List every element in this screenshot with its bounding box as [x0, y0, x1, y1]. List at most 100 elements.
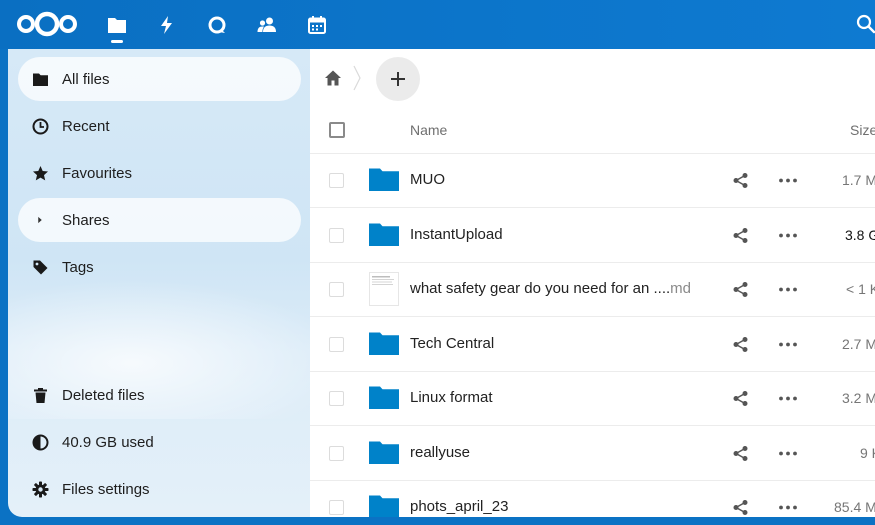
share-icon[interactable] [732, 390, 749, 407]
folder-icon [369, 495, 399, 517]
file-basename: phots_april_23 [410, 498, 509, 515]
share-icon[interactable] [732, 281, 749, 298]
calendar-app-button[interactable] [292, 0, 342, 49]
file-size: 1.7 MB [842, 172, 875, 188]
star-icon [32, 165, 48, 180]
file-size: 3.8 GB [845, 226, 875, 243]
table-row[interactable]: Linux format 3.2 MB [310, 372, 875, 426]
activity-icon [161, 15, 172, 34]
sidebar-item-files-settings[interactable]: Files settings [18, 467, 301, 511]
top-bar [0, 0, 875, 49]
sidebar-item-label: Recent [62, 117, 110, 135]
table-row[interactable]: MUO 1.7 MB [310, 154, 875, 208]
search-icon[interactable] [855, 13, 875, 35]
app-navigation [92, 0, 342, 49]
table-row[interactable]: what safety gear do you need for an ....… [310, 263, 875, 317]
breadcrumb-separator-icon [353, 65, 361, 91]
file-table-header: Name Size [310, 107, 875, 154]
file-size: < 1 KB [846, 281, 875, 297]
tag-icon [33, 260, 47, 274]
table-row[interactable]: reallyuse 9 KB [310, 427, 875, 481]
select-all-checkbox[interactable] [329, 122, 345, 138]
share-icon[interactable] [732, 172, 749, 189]
activity-app-button[interactable] [142, 0, 192, 49]
file-size: 2.7 MB [842, 335, 875, 352]
chevron-right-icon[interactable] [34, 214, 46, 226]
sidebar-item-all-files[interactable]: All files [18, 57, 301, 101]
more-actions-icon[interactable] [778, 336, 798, 353]
row-checkbox[interactable] [329, 445, 344, 461]
folder-icon [32, 73, 48, 86]
share-icon[interactable] [732, 445, 749, 462]
row-checkbox[interactable] [329, 391, 344, 406]
sidebar-item-label: Deleted files [62, 386, 145, 404]
file-size: 9 KB [860, 444, 875, 461]
sidebar-item-shares[interactable]: Shares [18, 198, 301, 242]
file-thumbnail-icon [369, 272, 399, 306]
sidebar-item-label: All files [62, 70, 110, 88]
sidebar-item-deleted-files[interactable]: Deleted files [18, 373, 301, 417]
file-name[interactable]: Tech Central [410, 335, 494, 352]
table-row[interactable]: InstantUpload 3.8 GB [310, 209, 875, 263]
gear-icon [32, 481, 48, 497]
row-checkbox[interactable] [329, 500, 344, 515]
file-name[interactable]: MUO [410, 171, 445, 188]
file-name[interactable]: reallyuse [410, 444, 470, 461]
contacts-icon [257, 17, 276, 32]
size-column-header[interactable]: Size [850, 122, 875, 138]
talk-app-button[interactable] [192, 0, 242, 49]
folder-icon [369, 441, 399, 464]
sidebar-item-tags[interactable]: Tags [18, 245, 301, 289]
more-actions-icon[interactable] [778, 499, 798, 516]
home-icon[interactable] [324, 69, 342, 87]
table-row[interactable]: phots_april_23 85.4 MB [310, 481, 875, 517]
folder-icon [369, 168, 399, 191]
new-file-button[interactable] [376, 57, 420, 101]
more-actions-icon[interactable] [778, 172, 798, 189]
more-actions-icon[interactable] [778, 227, 798, 244]
file-name[interactable]: what safety gear do you need for an ....… [410, 280, 691, 297]
file-basename: Tech Central [410, 334, 495, 352]
sidebar-item-label: Tags [62, 258, 94, 276]
sidebar-item-recent[interactable]: Recent [18, 104, 301, 148]
row-checkbox[interactable] [329, 282, 344, 297]
row-checkbox[interactable] [329, 227, 344, 243]
share-icon[interactable] [732, 499, 749, 516]
sidebar-item-label: Files settings [62, 480, 150, 498]
more-actions-icon[interactable] [778, 281, 798, 298]
sidebar-item-label: Favourites [62, 164, 133, 182]
table-row[interactable]: Tech Central 2.7 MB [310, 318, 875, 372]
file-basename: reallyuse [410, 443, 471, 461]
plus-icon [391, 72, 405, 86]
file-basename: MUO [410, 171, 445, 188]
active-indicator [111, 40, 123, 43]
storage-quota[interactable]: 40.9 GB used [18, 420, 301, 464]
file-name[interactable]: phots_april_23 [410, 498, 508, 515]
file-size: 85.4 MB [834, 499, 875, 515]
sidebar-item-favourites[interactable]: Favourites [18, 151, 301, 195]
share-icon[interactable] [732, 227, 749, 244]
file-basename: InstantUpload [410, 225, 503, 243]
file-list-panel: Name Size MUO 1.7 MB InstantUpload 3.8 GB wh… [310, 49, 875, 517]
pie-chart-icon [32, 434, 48, 450]
nextcloud-logo[interactable] [16, 11, 78, 37]
more-actions-icon[interactable] [778, 445, 798, 462]
files-app-button[interactable] [92, 0, 142, 49]
clock-icon [32, 118, 48, 134]
files-sidebar: All files Recent Favourites Shares Tags … [8, 49, 310, 517]
file-name[interactable]: InstantUpload [410, 226, 503, 243]
file-name[interactable]: Linux format [410, 389, 493, 406]
folder-icon [369, 332, 399, 355]
contacts-app-button[interactable] [242, 0, 292, 49]
share-icon[interactable] [732, 336, 749, 353]
row-checkbox[interactable] [329, 173, 344, 188]
more-actions-icon[interactable] [778, 390, 798, 407]
storage-used-label: 40.9 GB used [62, 433, 154, 451]
sidebar-item-label: Shares [62, 211, 110, 229]
file-size: 3.2 MB [842, 390, 875, 406]
file-basename: what safety gear do you need for an .... [410, 280, 671, 297]
name-column-header[interactable]: Name [410, 122, 447, 138]
folder-icon [369, 386, 399, 409]
trash-icon [33, 387, 47, 403]
row-checkbox[interactable] [329, 336, 344, 352]
